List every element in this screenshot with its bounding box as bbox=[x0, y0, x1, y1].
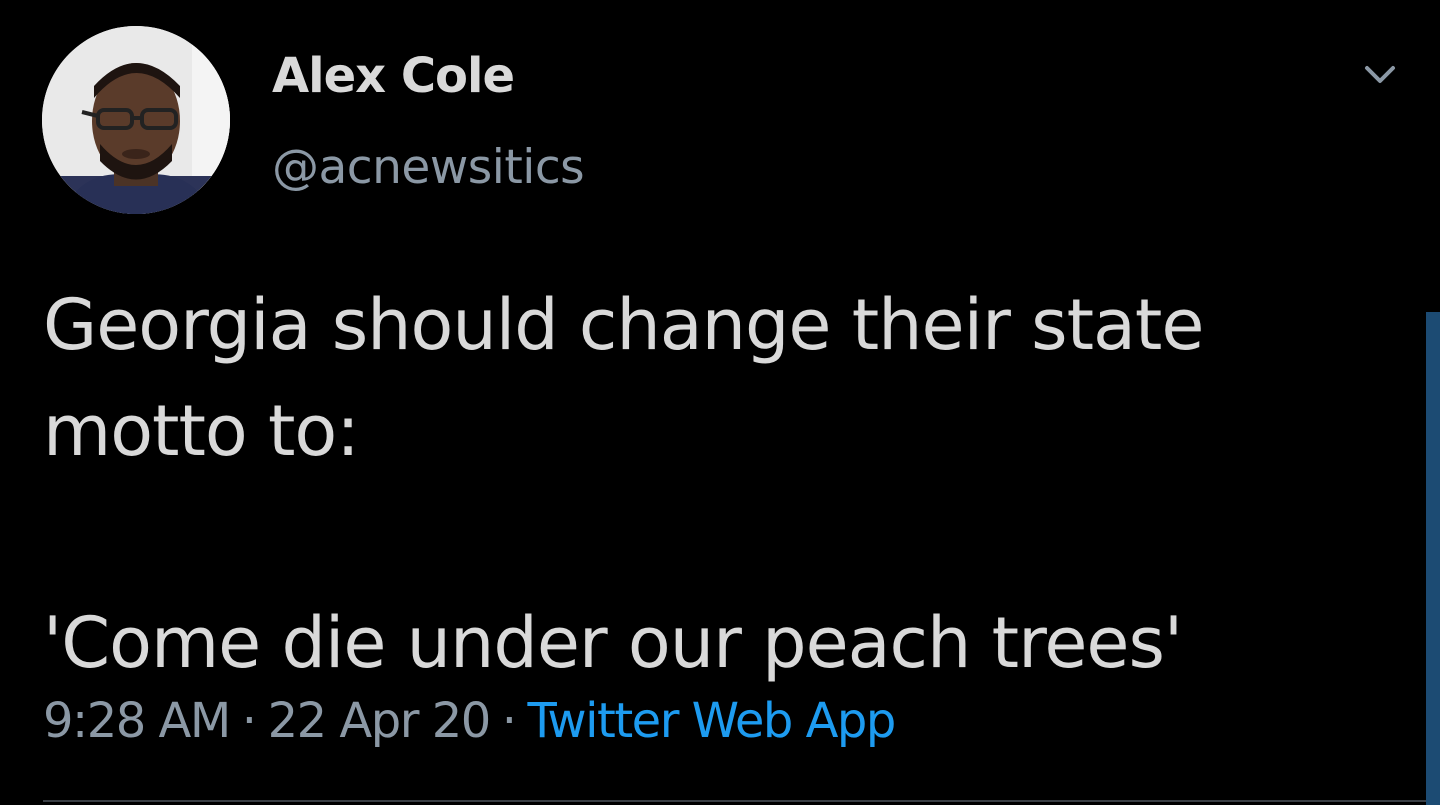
divider bbox=[43, 800, 1426, 802]
avatar[interactable] bbox=[42, 26, 230, 214]
chevron-down-icon bbox=[1365, 66, 1395, 83]
tweet-date[interactable]: 22 Apr 20 bbox=[268, 693, 492, 749]
author-display-name[interactable]: Alex Cole bbox=[272, 48, 515, 104]
tweet-time[interactable]: 9:28 AM bbox=[43, 693, 231, 749]
tweet-menu-button[interactable] bbox=[1352, 52, 1408, 104]
author-handle[interactable]: @acnewsitics bbox=[272, 140, 585, 195]
user-avatar-photo-icon bbox=[42, 26, 230, 214]
tweet-source-link[interactable]: Twitter Web App bbox=[528, 693, 897, 749]
tweet-card: Alex Cole @acnewsitics Georgia should ch… bbox=[0, 0, 1440, 805]
tweet-text: Georgia should change their state motto … bbox=[43, 284, 1204, 684]
meta-separator: · bbox=[241, 693, 257, 749]
meta-separator: · bbox=[501, 693, 517, 749]
tweet-metadata: 9:28 AM · 22 Apr 20 · Twitter Web App bbox=[43, 693, 897, 749]
scrollbar[interactable] bbox=[1426, 312, 1440, 805]
